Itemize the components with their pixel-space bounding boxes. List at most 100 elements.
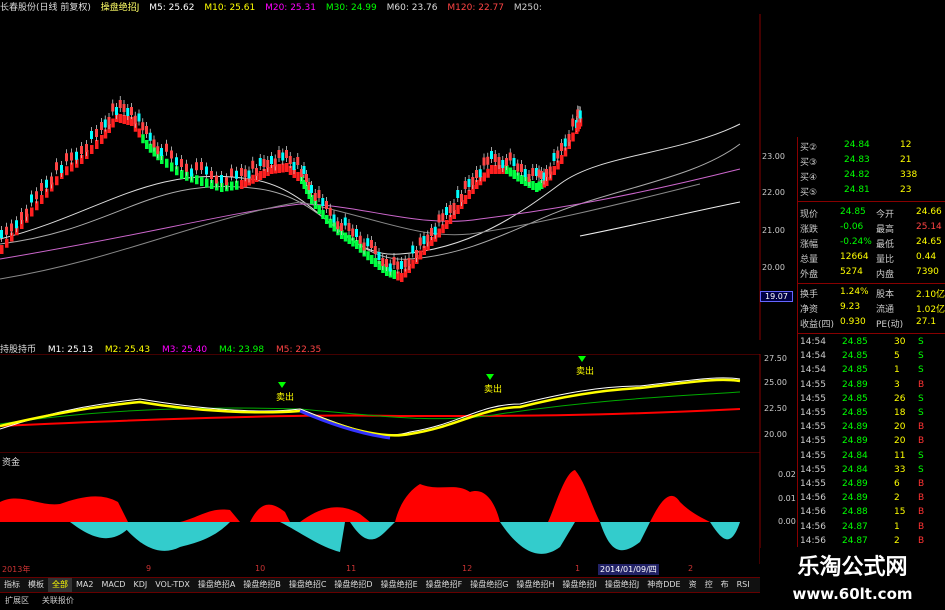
bid-label: 买② [800,143,818,153]
tab-16[interactable]: 操盘绝招J [601,578,643,592]
candle-body [415,250,418,258]
stat-row: 净资 9.23 流通 1.02亿 [800,302,945,316]
tab-18[interactable]: 资 [685,578,701,592]
tab-13[interactable]: 操盘绝招G [466,578,512,592]
candle-body [505,158,508,166]
fund-axis-label: 0.02 [778,470,796,479]
candle-body [243,169,247,178]
candle-body [190,168,193,177]
candle-body [560,143,563,151]
candle-body [340,223,343,231]
tab-1[interactable]: 模板 [24,578,48,592]
tick-side: S [918,450,924,461]
price-chart[interactable] [0,14,797,340]
tab-11[interactable]: 操盘绝招E [377,578,422,592]
tab-3[interactable]: MA2 [72,578,97,592]
tick-price: 24.85 [842,393,868,404]
candle-body [60,165,63,173]
candle-body [141,122,145,131]
candle-body [571,118,575,127]
stat-label: 涨跌 [800,225,819,235]
tab-extend[interactable]: 扩展区 [0,593,34,609]
tab-10[interactable]: 操盘绝招D [330,578,376,592]
candle-body [501,160,505,168]
tab-21[interactable]: RSI [733,578,754,592]
candle-body [407,258,411,266]
candle-body [262,159,266,167]
fund-outflow-area [710,522,740,540]
candle-body [20,212,23,220]
stock-title[interactable]: 长春股份(日线 前复权) [0,3,91,13]
candle-body [317,190,321,198]
tab-2[interactable]: 全部 [48,578,72,592]
stat-value: 9.23 [840,302,861,312]
stat-label: 外盘 [800,270,819,280]
tab-8[interactable]: 操盘绝招B [239,578,285,592]
tick-price: 24.85 [842,337,868,347]
stat-label: 现价 [800,210,819,220]
tab-related-quote[interactable]: 关联报价 [37,593,79,609]
indicator-name[interactable]: 操盘绝招J [101,3,140,13]
ma-label-0: M5: 25.62 [149,3,195,13]
stat-value: 2.10亿 [916,290,945,300]
date-label: 11 [346,564,357,573]
indicator-tabs: 指标 模板 全部 MA2 MACD KDJ VOL-TDX 操盘绝招A 操盘绝招B 操盘绝招C 操盘… [0,577,760,592]
candle-block [482,172,486,182]
tick-price: 24.85 [842,365,868,376]
candle-block [490,165,494,174]
bid-price: 24.83 [844,155,870,165]
candle-block [281,163,285,173]
tab-14[interactable]: 操盘绝招H [512,578,558,592]
candle-body [115,107,118,115]
tab-0[interactable]: 指标 [0,578,24,592]
candle-body [418,237,422,246]
candle-body [277,150,281,158]
tab-6[interactable]: VOL-TDX [151,578,194,592]
candle-body [225,177,228,186]
candle-body [430,228,433,236]
tab-20[interactable]: 布 [717,578,733,592]
stat-label: 流通 [876,305,895,315]
tab-4[interactable]: MACD [97,578,129,592]
candle-body [195,162,198,171]
candle-block [0,245,4,254]
indicator-line [0,391,741,425]
date-label: 1 [575,564,581,573]
candle-body [556,150,560,159]
candle-body [258,158,262,166]
candle-body [448,205,452,213]
bid-row: 买④ 24.82 338 [800,170,944,184]
candle-block [467,190,471,199]
bid-label: 买⑤ [800,188,818,198]
candle-body [230,168,233,177]
tab-7[interactable]: 操盘绝招A [194,578,239,592]
candle-body [471,177,475,185]
candle-block [118,114,123,123]
stat-row: 外盘 5274 内盘 7390 [800,267,944,281]
candle-block [373,258,378,267]
candle-block [347,235,351,244]
tab-5[interactable]: KDJ [129,578,151,592]
stat-value: 7390 [916,267,939,277]
candle-body [273,158,277,167]
fund-chart[interactable] [0,452,797,564]
tab-19[interactable]: 控 [701,578,717,592]
tab-15[interactable]: 操盘绝招I [558,578,600,592]
stat-label: 净资 [800,305,819,315]
candle-block [512,170,516,179]
tab-9[interactable]: 操盘绝招C [285,578,331,592]
stat-value: 12664 [840,252,869,262]
tab-17[interactable]: 神奇DDE [643,578,684,592]
tab-12[interactable]: 操盘绝招F [422,578,467,592]
candle-body [403,259,407,268]
bid-price: 24.84 [844,140,870,150]
tick-volume: 1 [894,365,900,376]
fund-outflow-area [600,522,650,551]
indicator-chart[interactable]: 卖出卖出卖出 [0,354,797,452]
fund-axis-label: 0.01 [778,494,796,503]
candle-body [456,190,460,198]
candle-body [111,103,115,112]
bid-volume: 23 [900,185,912,195]
candle-block [180,170,184,179]
candle-body [5,226,8,235]
